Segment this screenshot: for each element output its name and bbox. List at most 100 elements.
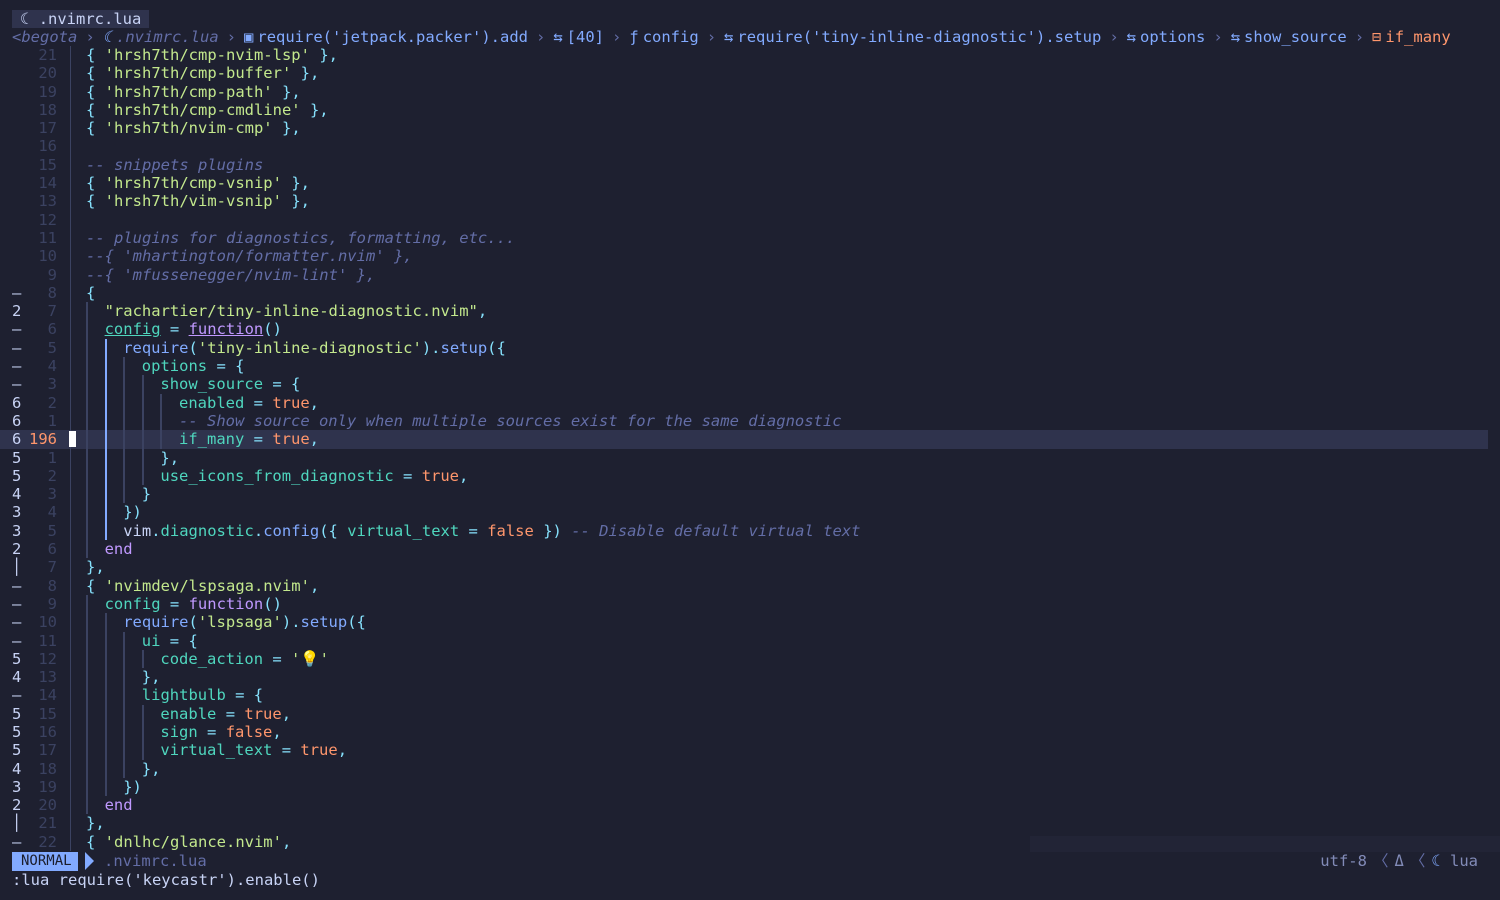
code-line[interactable]: 6 1 -- Show source only when multiple sour… bbox=[0, 411, 1500, 431]
breadcrumb-item[interactable]: ⇆ options bbox=[1127, 28, 1206, 46]
code-line[interactable]: │ 7}, bbox=[0, 558, 1500, 577]
statusline: NORMAL .nvimrc.lua utf-8 〈 Δ 〈 ☾ lua bbox=[0, 852, 1500, 871]
code-token: , bbox=[459, 466, 469, 485]
code-token: 'lspsaga' bbox=[197, 613, 282, 632]
breadcrumb-item[interactable]: <begota bbox=[12, 28, 77, 46]
code-line[interactable]: –8{ 'nvimdev/lspsaga.nvim', bbox=[0, 576, 1500, 595]
gutter-separator bbox=[70, 393, 71, 412]
code-token: }) bbox=[123, 777, 142, 796]
code-line[interactable]: –6 config = function() bbox=[0, 320, 1500, 339]
code-line[interactable]: –11 ui = { bbox=[0, 631, 1500, 650]
code-line[interactable]: 14 { 'hrsh7th/cmp-vsnip' }, bbox=[0, 174, 1500, 193]
current-line[interactable]: 6 196 if_many = true, bbox=[0, 430, 1488, 449]
code-line[interactable]: 5 1}, bbox=[0, 448, 1500, 467]
code-line[interactable]: │ 21}, bbox=[0, 814, 1500, 833]
breadcrumb-item[interactable]: ⊟ if_many bbox=[1372, 28, 1451, 46]
code-line[interactable]: 5 2 use_icons_from_diagnostic = true, bbox=[0, 466, 1500, 486]
code-line[interactable]: 5 17 virtual_text = true, bbox=[0, 741, 1500, 760]
indent-guide bbox=[104, 631, 107, 650]
code-line[interactable]: 10 --{ 'mhartington/formatter.nvim' }, bbox=[0, 247, 1500, 266]
code-line[interactable]: –5 require('tiny-inline-diagnostic').setu… bbox=[0, 338, 1500, 358]
code-token: , bbox=[281, 704, 292, 723]
indent-guide bbox=[123, 448, 126, 467]
code-token: "rachartier/tiny-inline-diagnostic.nvim" bbox=[104, 302, 478, 321]
code-line[interactable]: 21 { 'hrsh7th/cmp-nvim-lsp' }, bbox=[0, 46, 1500, 65]
code-line[interactable]: 11 -- plugins for diagnostics, formatting… bbox=[0, 228, 1500, 248]
code-line[interactable]: –8{ bbox=[0, 283, 1500, 303]
mode-indicator: NORMAL bbox=[12, 852, 78, 871]
code-line[interactable]: 9 --{ 'mfussenegger/nvim-lint' }, bbox=[0, 265, 1500, 284]
code-line[interactable]: 5 15 enable = true, bbox=[0, 704, 1500, 723]
breadcrumb-item[interactable]: ▣ require('jetpack.packer').add bbox=[244, 28, 528, 46]
code-line[interactable]: –4 options = { bbox=[0, 357, 1500, 376]
code-line[interactable]: 4 18}, bbox=[0, 759, 1500, 778]
code-line[interactable]: 3 4}) bbox=[0, 503, 1500, 522]
code-line[interactable]: 2 20 end bbox=[0, 796, 1500, 815]
code-line[interactable]: 3 5 vim.diagnostic.config({ virtual_text =… bbox=[0, 521, 1500, 541]
tabline: ☾ .nvimrc.lua bbox=[0, 0, 1500, 28]
code-line[interactable]: 17 { 'hrsh7th/nvim-cmp' }, bbox=[0, 119, 1500, 138]
code-line[interactable]: 15 -- snippets plugins bbox=[0, 155, 1500, 175]
code-line[interactable]: 4 13}, bbox=[0, 668, 1500, 687]
code-token: sign bbox=[160, 722, 198, 741]
code-line[interactable]: 19 { 'hrsh7th/cmp-path' }, bbox=[0, 82, 1500, 101]
code-line[interactable]: 18 { 'hrsh7th/cmp-cmdline' }, bbox=[0, 100, 1500, 120]
indent-guide bbox=[104, 503, 107, 522]
breadcrumb-item[interactable]: ⇆ [40] bbox=[553, 28, 604, 46]
breadcrumb-item[interactable]: ⇆ show_source bbox=[1231, 28, 1347, 46]
indent-guide bbox=[104, 759, 107, 778]
code-text: code_action = '💡' bbox=[160, 650, 329, 668]
code-token: { bbox=[86, 46, 105, 64]
code-token: -- plugins for diagnostics, formatting, … bbox=[86, 228, 516, 247]
indent-guide bbox=[86, 540, 88, 559]
indent-guide bbox=[86, 759, 88, 778]
code-token: code_action bbox=[160, 649, 264, 668]
code-line[interactable]: 4 3} bbox=[0, 485, 1500, 504]
code-line[interactable]: 2 6 end bbox=[0, 540, 1500, 559]
code-line[interactable]: –14 lightbulb = { bbox=[0, 686, 1500, 705]
code-line[interactable]: –3 show_source = { bbox=[0, 375, 1500, 394]
gutter-separator bbox=[70, 64, 71, 83]
gutter-separator bbox=[70, 320, 71, 339]
code-token: = bbox=[216, 704, 245, 723]
code-line[interactable]: –9 config = function() bbox=[0, 594, 1500, 614]
gutter-separator bbox=[70, 283, 71, 303]
breadcrumb-item[interactable]: ƒ config bbox=[629, 28, 698, 46]
code-token: 'hrsh7th/cmp-buffer' bbox=[104, 64, 292, 83]
indent-guide bbox=[104, 686, 107, 705]
command-line[interactable]: :lua require('keycastr').enable() bbox=[12, 871, 320, 890]
code-line[interactable]: 3 19}) bbox=[0, 777, 1500, 797]
mode-separator-arrow bbox=[85, 852, 94, 870]
code-token: { bbox=[86, 192, 105, 211]
breadcrumb-item[interactable]: ⇆ require('tiny-inline-diagnostic').setup bbox=[724, 28, 1101, 46]
code-text: enable = true, bbox=[160, 705, 291, 723]
code-token: end bbox=[104, 540, 133, 559]
gutter-separator bbox=[70, 137, 71, 156]
code-line[interactable]: 5 16 sign = false, bbox=[0, 722, 1500, 742]
code-line[interactable]: 5 12 code_action = '💡' bbox=[0, 649, 1500, 669]
code-line[interactable]: 13 { 'hrsh7th/vim-vsnip' }, bbox=[0, 192, 1500, 211]
gutter-separator bbox=[70, 521, 71, 541]
delta-label: Δ bbox=[1394, 852, 1404, 870]
code-line[interactable]: 2 7 "rachartier/tiny-inline-diagnostic.nvi… bbox=[0, 302, 1500, 321]
breadcrumb-label: if_many bbox=[1385, 28, 1451, 46]
code-line[interactable]: 20 { 'hrsh7th/cmp-buffer' }, bbox=[0, 64, 1500, 83]
code-line[interactable]: 6 2 enabled = true, bbox=[0, 393, 1500, 412]
gutter-separator bbox=[70, 46, 71, 65]
code-token: , bbox=[272, 722, 282, 741]
gutter-separator bbox=[70, 576, 71, 595]
code-line[interactable]: 12 bbox=[0, 210, 1500, 229]
buffer-tab[interactable]: ☾ .nvimrc.lua bbox=[12, 10, 149, 28]
code-editor[interactable]: 21{ 'hrsh7th/cmp-nvim-lsp' }, 20{ 'hrsh7t… bbox=[0, 46, 1500, 852]
indent-guide bbox=[123, 466, 126, 486]
code-token: = bbox=[160, 594, 189, 613]
indent-guide bbox=[104, 375, 107, 394]
line-number: 8 bbox=[47, 283, 57, 302]
gutter-separator bbox=[70, 411, 71, 431]
code-token: { bbox=[86, 174, 105, 193]
gutter-separator bbox=[70, 686, 71, 705]
breadcrumb-item[interactable]: ☾ .nvimrc.lua bbox=[103, 28, 219, 46]
code-line[interactable]: 16 bbox=[0, 137, 1500, 156]
lua-icon: ☾ bbox=[1431, 852, 1450, 870]
code-line[interactable]: –10 require('lspsaga').setup({ bbox=[0, 613, 1500, 632]
